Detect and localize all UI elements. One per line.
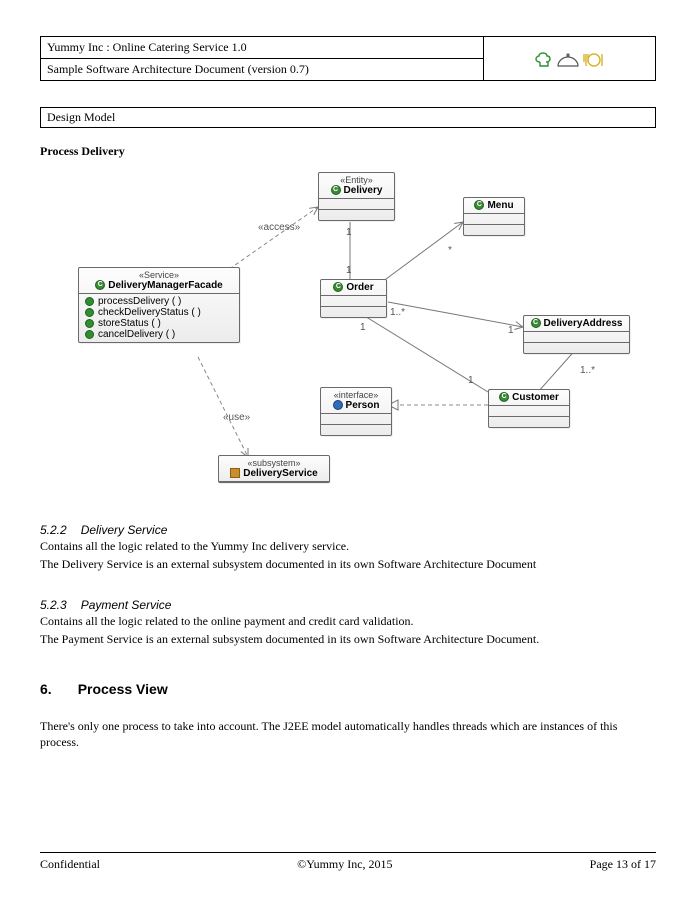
uml-diagram: «Service» CDeliveryManagerFacade process…	[68, 167, 628, 497]
footer-left: Confidential	[40, 857, 100, 872]
uml-interface-person: «interface» Person	[320, 387, 392, 436]
label-mult: 1	[346, 227, 352, 238]
doc-header: Yummy Inc : Online Catering Service 1.0	[40, 36, 656, 81]
class-icon: C	[95, 280, 105, 290]
class-icon: C	[331, 185, 341, 195]
label-access: «access»	[258, 222, 300, 233]
interface-icon	[333, 400, 343, 410]
subsection-522-heading: 5.2.2Delivery Service	[40, 523, 656, 537]
design-model-box: Design Model	[40, 107, 656, 128]
uml-class-facade: «Service» CDeliveryManagerFacade process…	[78, 267, 240, 343]
section-6-heading: 6.Process View	[40, 681, 656, 697]
uml-class-delivery: «Entity» CDelivery	[318, 172, 395, 221]
logo-icons	[534, 50, 604, 64]
doc-title: Yummy Inc : Online Catering Service 1.0	[41, 37, 484, 59]
label-mult: 1..*	[580, 365, 595, 376]
label-mult: 1	[468, 375, 474, 386]
para-523-l1: Contains all the logic related to the on…	[40, 614, 656, 630]
process-delivery-heading: Process Delivery	[40, 144, 656, 159]
footer-right: Page 13 of 17	[590, 857, 656, 872]
uml-subsystem: «subsystem» DeliveryService	[218, 455, 330, 483]
doc-subtitle: Sample Software Architecture Document (v…	[41, 59, 484, 81]
class-icon: C	[499, 392, 509, 402]
uml-class-address: CDeliveryAddress	[523, 315, 630, 354]
page-footer: Confidential ©Yummy Inc, 2015 Page 13 of…	[40, 852, 656, 872]
label-mult: 1	[360, 322, 366, 333]
class-icon: C	[474, 200, 484, 210]
para-523-l2: The Payment Service is an external subsy…	[40, 632, 656, 648]
label-use: «use»	[223, 412, 250, 423]
class-icon: C	[333, 282, 343, 292]
chef-cloche-plate-icon	[534, 48, 604, 70]
label-mult: *	[448, 245, 452, 256]
subsection-523-heading: 5.2.3Payment Service	[40, 598, 656, 612]
subsystem-icon	[230, 468, 240, 478]
doc-logo-cell	[483, 37, 655, 81]
label-mult: 1	[508, 325, 514, 336]
uml-class-menu: CMenu	[463, 197, 525, 236]
para-522-l1: Contains all the logic related to the Yu…	[40, 539, 656, 555]
section-6-body: There's only one process to take into ac…	[40, 719, 656, 750]
label-mult: 1	[346, 265, 352, 276]
label-mult: 1..*	[390, 307, 405, 318]
class-icon: C	[531, 318, 541, 328]
uml-class-customer: CCustomer	[488, 389, 570, 428]
footer-center: ©Yummy Inc, 2015	[297, 857, 392, 872]
para-522-l2: The Delivery Service is an external subs…	[40, 557, 656, 573]
uml-class-order: COrder	[320, 279, 387, 318]
